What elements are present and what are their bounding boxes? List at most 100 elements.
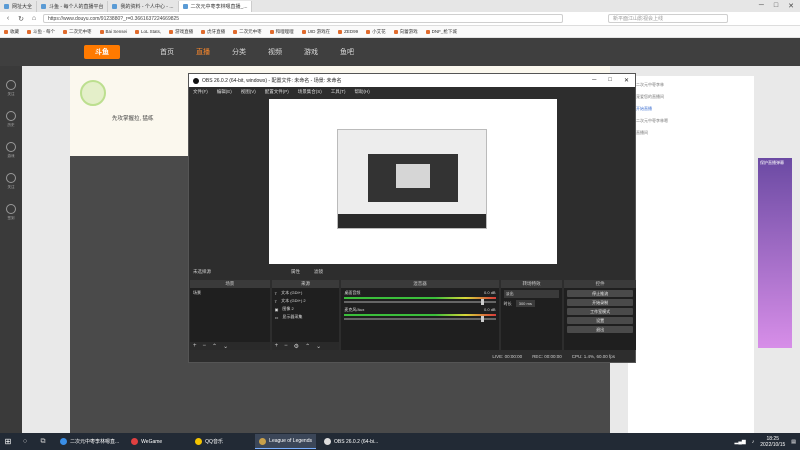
volume-icon[interactable]: ♪ xyxy=(752,439,755,445)
minimize-icon[interactable]: ─ xyxy=(592,77,596,84)
start-recording-button[interactable]: 开始录制 xyxy=(567,299,633,306)
remove-icon[interactable]: − xyxy=(203,343,207,349)
source-item[interactable]: T 文本 (GDI+) 2 xyxy=(275,298,337,304)
home-icon[interactable]: ⌂ xyxy=(30,15,38,22)
stop-streaming-button[interactable]: 停止推流 xyxy=(567,290,633,297)
source-item[interactable]: ▣ 图像 2 xyxy=(275,306,337,312)
refresh-icon[interactable]: ↻ xyxy=(17,15,25,23)
menu-help[interactable]: 帮助(H) xyxy=(355,89,370,95)
right-panel: 二次元中枣李林 宠爱您的直播间 开始直播 二次元中枣李林嗯 直播间 xyxy=(628,76,754,438)
streamer-avatar[interactable] xyxy=(80,80,106,106)
close-icon[interactable]: ✕ xyxy=(788,2,794,10)
bookmark-item[interactable]: 游戏直播 xyxy=(169,29,193,35)
up-icon[interactable]: ⌃ xyxy=(212,343,217,350)
taskbar-app-lol[interactable]: League of Legends xyxy=(255,434,316,449)
game-icon[interactable] xyxy=(6,142,16,152)
bookmark-item[interactable]: 小艾花 xyxy=(366,29,386,35)
tab-label: 我的资料 - 个人中心 - ... xyxy=(120,3,174,10)
up-icon[interactable]: ⌃ xyxy=(305,343,310,350)
history-icon[interactable] xyxy=(6,111,16,121)
douyu-logo[interactable]: 斗鱼 xyxy=(84,45,120,59)
menu-edit[interactable]: 编辑(E) xyxy=(217,89,232,95)
taskbar-app-obs[interactable]: OBS 26.0.2 (64-bi... xyxy=(320,434,382,449)
duration-input[interactable]: 300 ms xyxy=(515,300,535,307)
source-item[interactable]: ▭ 显示器采集 xyxy=(275,314,337,320)
sources-header: 来源 xyxy=(271,280,340,288)
menu-scene-collection[interactable]: 场景集合(S) xyxy=(298,89,322,95)
bookmark-icon xyxy=(425,29,430,34)
heart-icon[interactable] xyxy=(6,173,16,183)
menu-view[interactable]: 视图(V) xyxy=(241,89,256,95)
monitor-icon: ▭ xyxy=(274,314,279,320)
nav-video[interactable]: 视频 xyxy=(268,47,282,57)
taskbar-app-browser[interactable]: 二次元中枣李林嗯直... xyxy=(56,434,123,449)
remove-icon[interactable]: − xyxy=(284,343,288,349)
bookmark-item[interactable]: 虎牙直播 xyxy=(201,29,225,35)
filters-button[interactable]: 滤镜 xyxy=(314,269,323,275)
bookmark-item[interactable]: Bai Sensei xyxy=(99,29,127,34)
browser-icon xyxy=(60,438,67,445)
maximize-icon[interactable]: □ xyxy=(774,2,778,10)
nav-category[interactable]: 分类 xyxy=(232,47,246,57)
bookmark-item[interactable]: 斗鱼 - 每个 xyxy=(27,29,55,35)
taskbar-app-wegame[interactable]: WeGame xyxy=(127,434,187,449)
nav-fishbar[interactable]: 鱼吧 xyxy=(340,47,354,57)
menu-tools[interactable]: 工具(T) xyxy=(331,89,346,95)
bookmark-item[interactable]: DNF_枪下城 xyxy=(425,29,457,35)
clock[interactable]: 18:25 2022/10/15 xyxy=(760,436,785,448)
nav-live[interactable]: 直播 xyxy=(196,47,210,57)
bookmark-item[interactable]: ZED99 xyxy=(338,29,358,34)
start-icon[interactable]: ⊞ xyxy=(0,437,16,446)
tab-bar: 网址大全 斗鱼 - 每个人的直播平台 我的资料 - 个人中心 - ... 二次元… xyxy=(0,0,800,12)
source-item[interactable]: T 文本 (GDI+) xyxy=(275,290,337,296)
down-icon[interactable]: ⌄ xyxy=(316,343,321,350)
exit-button[interactable]: 退出 xyxy=(567,326,633,333)
panel-link[interactable]: 开始直播 xyxy=(636,106,746,112)
bookmark-item[interactable]: 二次元中枣 xyxy=(63,29,92,35)
studio-mode-button[interactable]: 工作室模式 xyxy=(567,308,633,315)
left-rail: 关注 历史 游戏 关注 签到 xyxy=(0,66,22,433)
close-icon[interactable]: ✕ xyxy=(624,77,629,84)
gear-icon[interactable]: ⚙ xyxy=(294,343,299,350)
volume-slider[interactable] xyxy=(344,299,496,305)
browser-tab-4[interactable]: 二次元中枣李林嗯直播_... xyxy=(178,0,253,12)
volume-slider[interactable] xyxy=(344,316,496,322)
obs-preview[interactable] xyxy=(269,99,557,264)
bookmark-item[interactable]: 和哩哩哩 xyxy=(269,29,294,35)
bookmark-item[interactable]: 向蕾游戏 xyxy=(393,29,418,35)
url-input[interactable]: https://www.douyu.com/9123880?_r=0.36616… xyxy=(43,14,563,23)
rec-time: REC: 00:00:00 xyxy=(532,353,562,359)
network-icon[interactable]: ▂▄▆ xyxy=(735,439,746,445)
bookmark-item[interactable]: UID 游戏在 xyxy=(301,29,330,35)
bookmark-item[interactable]: LoL Stats, xyxy=(135,29,161,34)
add-icon[interactable]: + xyxy=(193,343,197,349)
properties-button[interactable]: 属性 xyxy=(291,269,300,275)
add-icon[interactable]: + xyxy=(275,343,279,349)
transition-select[interactable]: 淡出 xyxy=(503,290,560,298)
maximize-icon[interactable]: □ xyxy=(608,77,612,84)
settings-button[interactable]: 设置 xyxy=(567,317,633,324)
bookmark-item[interactable]: 收藏 xyxy=(4,29,19,35)
browser-tab-2[interactable]: 斗鱼 - 每个人的直播平台 xyxy=(37,0,109,12)
browser-tab-3[interactable]: 我的资料 - 个人中心 - ... xyxy=(108,0,179,12)
browser-tab-1[interactable]: 网址大全 xyxy=(0,0,38,12)
minimize-icon[interactable]: ─ xyxy=(759,2,764,10)
menu-file[interactable]: 文件(F) xyxy=(193,89,208,95)
browser-search-input[interactable]: 新平面江山影视会上线 xyxy=(608,14,728,23)
scene-item[interactable]: 场景 xyxy=(193,290,267,296)
task-view-icon[interactable]: ⧉ xyxy=(34,438,52,446)
volume-knob[interactable] xyxy=(480,316,484,322)
search-icon[interactable]: ○ xyxy=(16,438,34,445)
menu-profile[interactable]: 配置文件(P) xyxy=(265,89,289,95)
bookmark-item[interactable]: 二次元中枣 xyxy=(233,29,262,35)
follow-icon[interactable] xyxy=(6,80,16,90)
checkin-icon[interactable] xyxy=(6,204,16,214)
nav-game[interactable]: 游戏 xyxy=(304,47,318,57)
nav-home[interactable]: 首页 xyxy=(160,47,174,57)
volume-knob[interactable] xyxy=(480,299,484,305)
back-icon[interactable]: ‹ xyxy=(4,15,12,22)
side-banner-ad[interactable]: 保护直播弹幕 xyxy=(758,158,792,348)
taskbar-app-qqmusic[interactable]: QQ音乐 xyxy=(191,434,251,449)
down-icon[interactable]: ⌄ xyxy=(223,343,228,350)
notifications-icon[interactable]: ▤ xyxy=(791,439,796,445)
